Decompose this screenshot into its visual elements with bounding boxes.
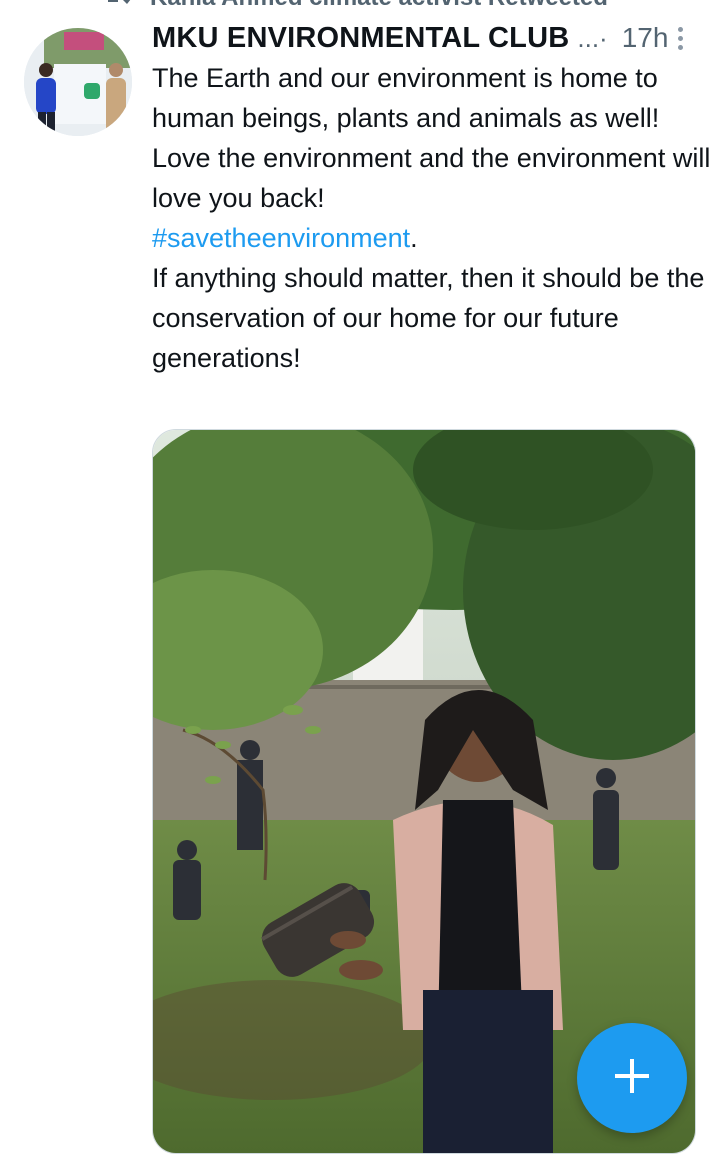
name-truncation: ...· bbox=[577, 22, 608, 53]
retweet-context-text: Kahla Ahmed climate activist Retweeted bbox=[150, 0, 608, 12]
tweet-text-line: The Earth and our environment is home to… bbox=[152, 63, 660, 133]
tweet-text-line: If anything should matter, then it shoul… bbox=[152, 263, 705, 373]
retweet-context[interactable]: Kahla Ahmed climate activist Retweeted bbox=[104, 0, 608, 13]
compose-button[interactable] bbox=[577, 1023, 687, 1133]
tweet-text: The Earth and our environment is home to… bbox=[152, 58, 712, 378]
more-vertical-icon[interactable] bbox=[664, 22, 696, 54]
tweet-time[interactable]: 17h bbox=[622, 22, 669, 54]
plus-icon bbox=[612, 1056, 652, 1101]
tweet-header: MKU ENVIRONMENTAL CLUB ...· 17h bbox=[152, 18, 700, 58]
tweet-text-line: Love the environment and the environment… bbox=[152, 143, 711, 213]
hashtag-suffix: . bbox=[410, 223, 418, 253]
retweet-icon bbox=[104, 0, 132, 13]
avatar[interactable] bbox=[24, 28, 132, 136]
hashtag-link[interactable]: #savetheenvironment bbox=[152, 223, 410, 253]
hashtag-line: #savetheenvironment. bbox=[152, 218, 712, 258]
author-name[interactable]: MKU ENVIRONMENTAL CLUB bbox=[152, 22, 569, 55]
